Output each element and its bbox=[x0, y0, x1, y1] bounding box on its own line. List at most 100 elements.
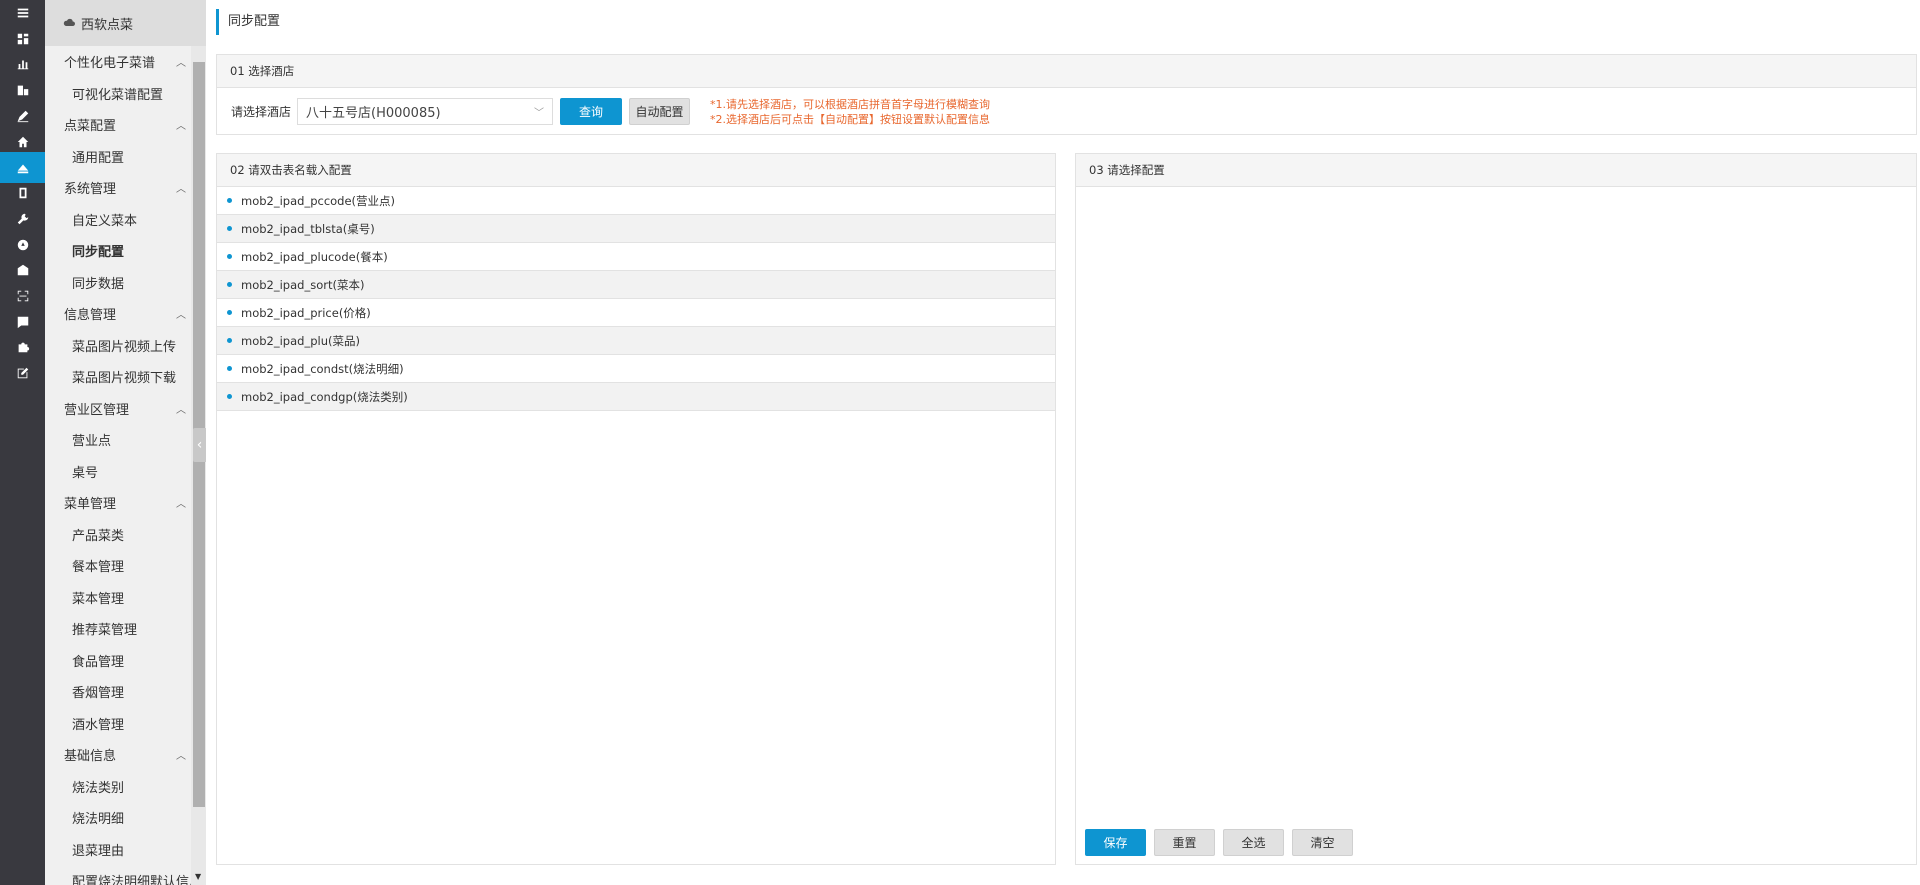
hotel-label: 请选择酒店 bbox=[231, 105, 292, 119]
save-button[interactable]: 保存 bbox=[1085, 829, 1146, 856]
sidebar-item[interactable]: 桌号 bbox=[45, 456, 206, 488]
sidebar-item[interactable]: 菜品图片视频上传 bbox=[45, 330, 206, 362]
collapse-sidebar-button[interactable]: ‹ bbox=[193, 428, 206, 462]
sidebar-item[interactable]: 香烟管理 bbox=[45, 676, 206, 708]
sidebar-item[interactable]: 通用配置 bbox=[45, 141, 206, 173]
reset-button[interactable]: 重置 bbox=[1154, 829, 1215, 856]
tips: *1.请先选择酒店，可以根据酒店拼音首字母进行模糊查询 *2.选择酒店后可点击【… bbox=[710, 97, 990, 127]
sidebar-group-label: 点菜配置 bbox=[64, 119, 117, 135]
bullet-icon bbox=[227, 394, 232, 399]
cloud-icon bbox=[17, 164, 28, 173]
sidebar-item[interactable]: 同步数据 bbox=[45, 267, 206, 299]
edit-icon bbox=[17, 367, 28, 378]
bar-chart-icon bbox=[17, 60, 28, 69]
tip-1: *1.请先选择酒店，可以根据酒店拼音首字母进行模糊查询 bbox=[710, 98, 990, 111]
table-list-item[interactable]: mob2_ipad_condst(烧法明细) bbox=[217, 355, 1055, 383]
sidebar-item[interactable]: 食品管理 bbox=[45, 645, 206, 677]
sidebar-group-label: 菜单管理 bbox=[64, 497, 117, 513]
sidebar-group-label: 营业区管理 bbox=[64, 402, 130, 418]
bullet-icon bbox=[227, 254, 232, 259]
table-list-label: mob2_ipad_plucode(餐本) bbox=[241, 249, 388, 264]
sidebar-item[interactable]: 酒水管理 bbox=[45, 708, 206, 740]
sidebar-item[interactable]: 同步配置 bbox=[45, 235, 206, 267]
building-icon bbox=[17, 85, 28, 95]
panel-title: 03 请选择配置 bbox=[1076, 154, 1916, 187]
sidebar-item[interactable]: 菜本管理 bbox=[45, 582, 206, 614]
sidebar-group-label: 系统管理 bbox=[64, 182, 117, 198]
menu-icon bbox=[17, 8, 28, 17]
wrench-icon bbox=[17, 213, 28, 224]
gauge-icon bbox=[17, 239, 28, 250]
sidebar-group-label: 基础信息 bbox=[64, 749, 117, 765]
sidebar-item[interactable]: 餐本管理 bbox=[45, 550, 206, 582]
sidebar-item[interactable]: 烧法类别 bbox=[45, 771, 206, 803]
chevron-up-icon: ︿ bbox=[176, 184, 186, 196]
chevron-up-icon: ︿ bbox=[176, 121, 186, 133]
sidebar-item[interactable]: 产品菜类 bbox=[45, 519, 206, 551]
scroll-down-icon[interactable]: ▼ bbox=[195, 872, 201, 881]
sidebar-group[interactable]: 信息管理 ︿ bbox=[45, 298, 206, 330]
panel-title: 01 选择酒店 bbox=[217, 55, 1916, 88]
sidebar-item[interactable]: 营业点 bbox=[45, 424, 206, 456]
select-hotel-panel: 01 选择酒店 请选择酒店 八十五号店(H000085) ﹀ 查询 自动配置 *… bbox=[216, 54, 1917, 135]
sidebar-item[interactable]: 退菜理由 bbox=[45, 834, 206, 866]
table-list-label: mob2_ipad_price(价格) bbox=[241, 305, 371, 320]
hotel-select[interactable]: 八十五号店(H000085) ﹀ bbox=[297, 98, 554, 125]
bullet-icon bbox=[227, 226, 232, 231]
sidebar-group[interactable]: 个性化电子菜谱 ︿ bbox=[45, 46, 206, 78]
page-title: 同步配置 bbox=[216, 9, 280, 35]
hotel-select-value: 八十五号店(H000085) bbox=[306, 106, 441, 121]
sidebar-item[interactable]: 菜品图片视频下载 bbox=[45, 361, 206, 393]
chevron-up-icon: ︿ bbox=[176, 499, 186, 511]
sidebar-group[interactable]: 基础信息 ︿ bbox=[45, 739, 206, 771]
table-list-item[interactable]: mob2_ipad_tblsta(桌号) bbox=[217, 215, 1055, 243]
sidebar-header[interactable]: 西软点菜 bbox=[45, 0, 206, 46]
query-button[interactable]: 查询 bbox=[560, 98, 623, 125]
auto-config-button[interactable]: 自动配置 bbox=[629, 98, 691, 125]
bullet-icon bbox=[227, 282, 232, 287]
sidebar: 西软点菜 个性化电子菜谱 ︿ 可视化菜谱配置 点菜配置 ︿ 通用配置 系统管理 ︿ 自定义菜本同… bbox=[45, 0, 206, 885]
pen-icon bbox=[17, 110, 28, 122]
bullet-icon bbox=[227, 310, 232, 315]
chevron-up-icon: ︿ bbox=[176, 58, 186, 70]
tip-2: *2.选择酒店后可点击【自动配置】按钮设置默认配置信息 bbox=[710, 113, 990, 126]
sidebar-group-label: 信息管理 bbox=[64, 308, 117, 324]
cloud-icon bbox=[63, 18, 75, 26]
clear-button[interactable]: 清空 bbox=[1292, 829, 1353, 856]
chevron-down-icon: ﹀ bbox=[534, 108, 545, 119]
select-all-button[interactable]: 全选 bbox=[1223, 829, 1284, 856]
table-list-item[interactable]: mob2_ipad_sort(菜本) bbox=[217, 271, 1055, 299]
sidebar-group[interactable]: 系统管理 ︿ bbox=[45, 172, 206, 204]
table-list-item[interactable]: mob2_ipad_price(价格) bbox=[217, 299, 1055, 327]
sidebar-group[interactable]: 营业区管理 ︿ bbox=[45, 393, 206, 425]
sidebar-header-label: 西软点菜 bbox=[81, 17, 134, 33]
tablet-icon bbox=[19, 187, 26, 198]
bullet-icon bbox=[227, 366, 232, 371]
bullet-icon bbox=[227, 338, 232, 343]
table-list-label: mob2_ipad_condgp(烧法类别) bbox=[241, 389, 408, 404]
sidebar-item[interactable]: 推荐菜管理 bbox=[45, 613, 206, 645]
sidebar-group[interactable]: 点菜配置 ︿ bbox=[45, 109, 206, 141]
sidebar-item[interactable]: 可视化菜谱配置 bbox=[45, 78, 206, 110]
sidebar-item[interactable]: 配置烧法明细默认信息 bbox=[45, 865, 206, 885]
dashboard-icon bbox=[17, 33, 28, 44]
mailbox-icon bbox=[17, 264, 28, 275]
icon-rail bbox=[0, 0, 45, 885]
table-list-label: mob2_ipad_tblsta(桌号) bbox=[241, 221, 375, 236]
table-list-item[interactable]: mob2_ipad_pccode(营业点) bbox=[217, 187, 1055, 215]
chevron-up-icon: ︿ bbox=[176, 751, 186, 763]
table-list-item[interactable]: mob2_ipad_plu(菜品) bbox=[217, 327, 1055, 355]
document-icon bbox=[17, 316, 28, 328]
sidebar-item[interactable]: 烧法明细 bbox=[45, 802, 206, 834]
bullet-icon bbox=[227, 198, 232, 203]
table-list-label: mob2_ipad_condst(烧法明细) bbox=[241, 361, 404, 376]
chevron-up-icon: ︿ bbox=[176, 310, 186, 322]
sidebar-item[interactable]: 自定义菜本 bbox=[45, 204, 206, 236]
scan-icon bbox=[17, 290, 28, 301]
rail-item-edit[interactable] bbox=[0, 357, 45, 388]
table-list-item[interactable]: mob2_ipad_plucode(餐本) bbox=[217, 243, 1055, 271]
sidebar-group-label: 个性化电子菜谱 bbox=[64, 56, 156, 72]
table-list-item[interactable]: mob2_ipad_condgp(烧法类别) bbox=[217, 383, 1055, 411]
sidebar-group[interactable]: 菜单管理 ︿ bbox=[45, 487, 206, 519]
panel-title: 02 请双击表名载入配置 bbox=[217, 154, 1055, 187]
